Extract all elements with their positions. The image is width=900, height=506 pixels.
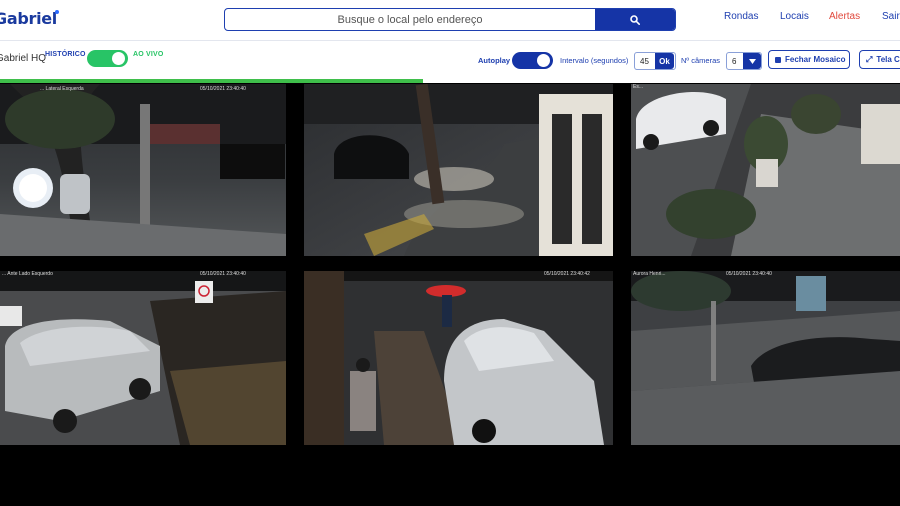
toggle-knob — [537, 54, 550, 67]
camera-image-6 — [631, 271, 900, 445]
camera-label-3: Es... — [633, 84, 644, 90]
interval-label: Intervalo (segundos) — [560, 56, 629, 65]
live-label[interactable]: AO VIVO — [133, 51, 164, 58]
camera-image-2 — [304, 84, 613, 256]
chevron-down-icon — [748, 58, 756, 64]
toggle-knob — [112, 52, 125, 65]
camera-timestamp-4: 05/10/2021 23:40:40 — [200, 271, 246, 277]
cameras-label: Nº câmeras — [681, 56, 720, 65]
cameras-dropdown-button[interactable] — [743, 53, 761, 69]
camera-feed-3[interactable]: Es... — [631, 84, 900, 256]
nav-sair[interactable]: Sair — [882, 11, 900, 22]
search-input[interactable] — [225, 9, 595, 30]
camera-feed-4[interactable]: ... Ante Lado Esquerdo 05/10/2021 23:40:… — [0, 271, 286, 445]
camera-label-4: ... Ante Lado Esquerdo — [2, 271, 53, 277]
camera-feed-6[interactable]: Aurora Henri... 05/10/2021 23:40:40 — [631, 271, 900, 445]
close-mosaic-label: Fechar Mosaico — [785, 55, 846, 64]
camera-timestamp-1: 05/10/2021 23:40:40 — [200, 86, 246, 92]
camera-image-5 — [304, 271, 613, 445]
interval-value: 45 — [640, 56, 649, 66]
top-bar: Gabriel Rondas Locais Alertas Sair — [0, 0, 900, 41]
autoplay-progress — [0, 79, 900, 83]
live-mode-toggle[interactable] — [87, 50, 128, 67]
camera-timestamp-6: 05/10/2021 23:40:40 — [726, 271, 772, 277]
camera-timestamp-5: 05/10/2021 23:40:42 — [544, 271, 590, 277]
interval-ok-button[interactable]: Ok — [655, 53, 674, 69]
camera-label-1: ... Lateral Esquerda — [40, 86, 84, 92]
expand-icon: ⤢ — [866, 54, 873, 64]
autoplay-label: Autoplay — [478, 56, 511, 65]
close-mosaic-button[interactable]: Fechar Mosaico — [768, 50, 850, 69]
nav-locais[interactable]: Locais — [780, 11, 809, 22]
camera-feed-5[interactable]: 05/10/2021 23:40:42 — [304, 271, 613, 445]
camera-feed-1[interactable]: ... Lateral Esquerda 05/10/2021 23:40:40 — [0, 84, 286, 256]
fullscreen-button[interactable]: ⤢ Tela Cheia — [859, 50, 900, 69]
autoplay-toggle[interactable] — [512, 52, 553, 69]
search-icon — [630, 14, 640, 25]
control-toolbar: Gabriel HQ HISTÓRICO AO VIVO Autoplay In… — [0, 41, 900, 79]
camera-image-1 — [0, 84, 286, 256]
cameras-value: 6 — [732, 56, 737, 66]
camera-feed-2[interactable] — [304, 84, 613, 256]
fullscreen-label: Tela Cheia — [876, 55, 900, 64]
brand-logo[interactable]: Gabriel — [0, 9, 61, 28]
location-name: Gabriel HQ — [0, 53, 47, 64]
history-label[interactable]: HISTÓRICO — [45, 51, 86, 58]
camera-image-3 — [631, 84, 900, 256]
address-search — [224, 8, 676, 31]
autoplay-progress-fill — [0, 79, 423, 83]
square-icon — [775, 56, 781, 63]
camera-label-6: Aurora Henri... — [633, 271, 666, 277]
nav-alertas[interactable]: Alertas — [829, 11, 860, 22]
nav-rondas[interactable]: Rondas — [724, 11, 758, 22]
search-button[interactable] — [595, 9, 675, 30]
camera-image-4 — [0, 271, 286, 445]
